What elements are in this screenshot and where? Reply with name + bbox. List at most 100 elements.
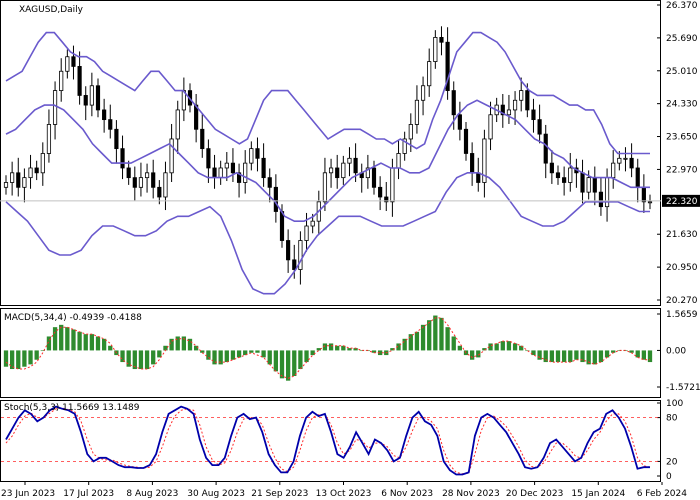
macd-histogram-bar	[16, 350, 21, 370]
bear-candle	[16, 172, 21, 188]
bull-candle	[310, 220, 315, 227]
bear-candle	[549, 162, 554, 174]
price-tick-label: 24.330	[666, 100, 698, 110]
chart-svg: 26.370 25.690 25.010 24.330 23.650 22.970 21.6…	[0, 0, 700, 500]
bear-candle	[580, 172, 585, 193]
macd-histogram-bar	[3, 350, 9, 367]
bear-candle	[629, 157, 634, 169]
bull-candle	[586, 177, 591, 193]
date-tick-label: 13 Oct 2023	[316, 489, 372, 499]
bull-candle	[512, 99, 518, 111]
date-tick-label: 15 Jan 2024	[571, 489, 625, 499]
date-tick-label: 17 Jul 2023	[63, 489, 114, 499]
bear-candle	[525, 90, 530, 111]
bear-candle	[286, 240, 291, 261]
bull-candle	[623, 157, 628, 160]
bull-candle	[328, 167, 334, 174]
bull-candle	[568, 167, 573, 183]
stoch-tick-label: 80	[666, 414, 678, 424]
bull-candle	[408, 124, 413, 140]
bear-candle	[641, 186, 646, 203]
bull-candle	[22, 177, 27, 188]
bull-candle	[488, 114, 493, 140]
macd-histogram-bar	[304, 350, 309, 363]
date-tick-label: 6 Nov 2023	[381, 489, 433, 499]
macd-histogram-bar	[28, 350, 33, 365]
macd-histogram-bar	[138, 350, 144, 370]
stoch-tick-label: 100	[666, 399, 683, 409]
macd-histogram-bar	[22, 350, 27, 367]
stoch-label: Stoch(5,3,3) 11.5669 13.1489	[4, 403, 140, 413]
bull-candle	[341, 162, 346, 179]
macd-histogram-bar	[555, 350, 561, 363]
bear-candle	[598, 191, 604, 208]
macd-histogram-bar	[549, 350, 555, 363]
macd-histogram-bar	[537, 350, 542, 360]
macd-histogram-bar	[298, 350, 303, 370]
bull-candle	[414, 99, 420, 125]
macd-histogram-bar	[279, 350, 285, 379]
bear-candle	[120, 148, 125, 169]
symbol-label: XAGUSD,Daily	[19, 5, 84, 15]
macd-histogram-bar	[420, 324, 426, 351]
macd-histogram-bar	[95, 336, 101, 351]
date-tick-label: 21 Sep 2023	[251, 489, 308, 499]
bear-candle	[537, 119, 542, 135]
macd-histogram-bar	[433, 315, 438, 351]
bull-candle	[28, 167, 33, 179]
bull-candle	[175, 109, 180, 140]
bull-candle	[243, 162, 248, 183]
bull-candle	[519, 90, 524, 101]
bull-candle	[3, 182, 9, 188]
macd-histogram-bar	[568, 350, 573, 363]
macd-histogram-bar	[561, 350, 567, 363]
macd-histogram-bar	[427, 320, 432, 351]
bear-candle	[470, 153, 475, 174]
macd-histogram-bar	[506, 341, 512, 351]
bull-candle	[40, 153, 45, 174]
macd-histogram-bar	[126, 350, 131, 367]
last-price-label: 22.320	[666, 197, 698, 207]
bear-candle	[206, 148, 211, 169]
bull-candle	[304, 225, 309, 241]
date-tick-label: 20 Dec 2023	[506, 489, 564, 499]
bear-candle	[71, 56, 76, 67]
bull-candle	[10, 172, 15, 183]
macd-histogram-bar	[500, 341, 505, 351]
bull-candle	[617, 157, 622, 164]
bear-candle	[531, 109, 536, 121]
bear-candle	[132, 177, 137, 188]
macd-histogram-bar	[65, 327, 70, 351]
bull-candle	[420, 85, 426, 101]
macd-histogram-bar	[52, 327, 58, 351]
bear-candle	[439, 37, 444, 43]
price-tick-label: 21.630	[666, 230, 698, 240]
macd-histogram-bar	[230, 350, 236, 360]
macd-histogram-bar	[89, 334, 95, 351]
bull-candle	[611, 162, 616, 179]
bear-candle	[157, 186, 162, 198]
date-tick-label: 30 Aug 2023	[187, 489, 245, 499]
bull-candle	[218, 167, 223, 179]
macd-histogram-bar	[414, 331, 420, 351]
chart-background	[0, 0, 700, 500]
bear-candle	[463, 128, 469, 154]
bear-candle	[543, 133, 548, 164]
date-tick-label: 8 Aug 2023	[126, 489, 178, 499]
macd-histogram-bar	[457, 345, 463, 351]
bear-candle	[378, 186, 383, 198]
price-tick-label: 26.370	[666, 1, 698, 11]
macd-histogram-bar	[151, 350, 156, 365]
bear-candle	[34, 167, 39, 174]
macd-label: MACD(5,34,4) -0.4939 -0.4188	[4, 313, 142, 323]
price-tick-label: 22.970	[666, 165, 698, 175]
macd-histogram-bar	[9, 350, 15, 370]
macd-histogram-bar	[647, 350, 653, 363]
bear-candle	[451, 90, 456, 116]
macd-histogram-bar	[144, 350, 150, 370]
bear-candle	[476, 172, 481, 183]
bear-candle	[562, 177, 567, 183]
macd-histogram-bar	[59, 324, 64, 351]
macd-histogram-bar	[439, 317, 444, 351]
macd-histogram-bar	[77, 331, 82, 351]
